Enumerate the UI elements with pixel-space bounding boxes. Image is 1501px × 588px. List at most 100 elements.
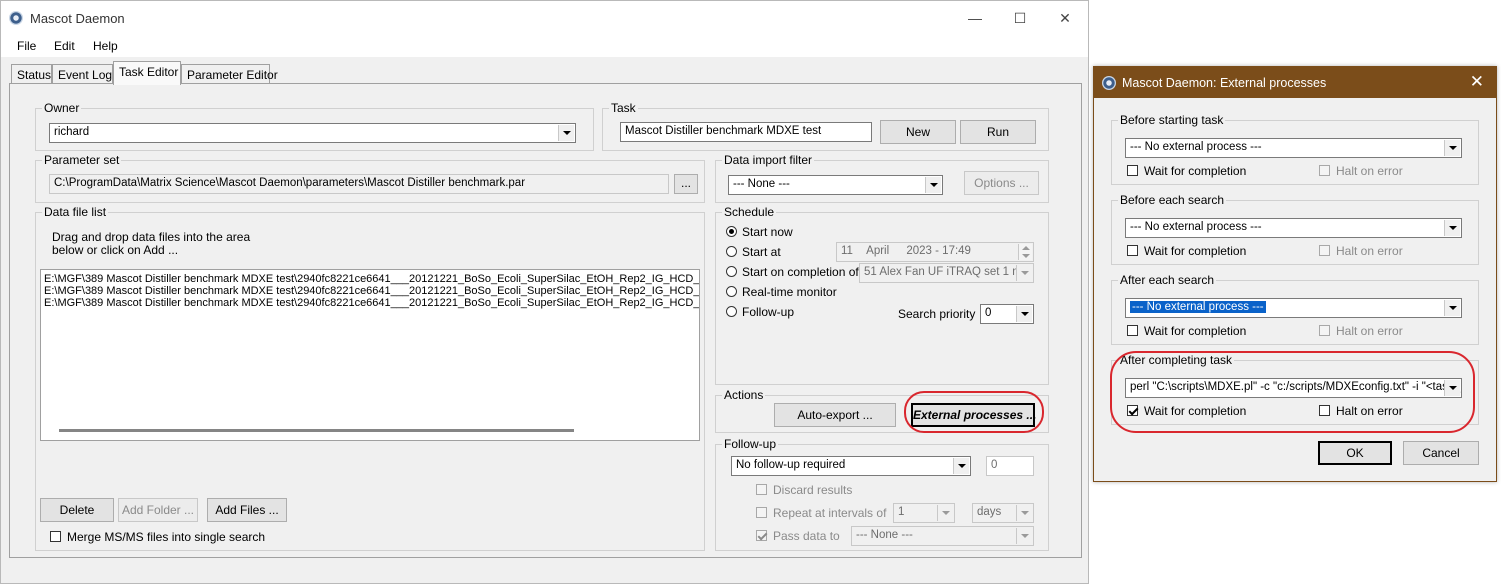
tab-status[interactable]: Status — [11, 64, 52, 84]
dialog-title: Mascot Daemon: External processes — [1122, 76, 1327, 90]
new-task-button[interactable]: New — [880, 120, 956, 144]
start-at-month: April — [866, 245, 890, 257]
close-button[interactable]: ✕ — [1045, 7, 1085, 29]
completion-task-value: 51 Alex Fan UF iTRAQ set 1 mer — [864, 266, 1033, 278]
realtime-monitor-radio[interactable]: Real-time monitor — [726, 285, 837, 299]
before-each-search-group: Before each search --- No external proce… — [1111, 193, 1479, 265]
followup-radio[interactable]: Follow-up — [726, 305, 794, 319]
ok-button[interactable]: OK — [1318, 441, 1392, 465]
halt-on-error-checkbox[interactable]: Halt on error — [1319, 164, 1403, 178]
mascot-daemon-icon — [1102, 76, 1116, 90]
repeat-intervals-label: Repeat at intervals of — [773, 506, 887, 520]
section-value: --- No external process --- — [1130, 221, 1262, 233]
auto-export-button[interactable]: Auto-export ... — [774, 403, 896, 427]
owner-select[interactable]: richard — [49, 123, 576, 143]
start-now-radio[interactable]: Start now — [726, 225, 793, 239]
tab-parameter-editor[interactable]: Parameter Editor — [181, 64, 278, 84]
section-value: perl "C:\scripts\MDXE.pl" -c "c:/scripts… — [1130, 381, 1461, 393]
halt-label: Halt on error — [1336, 164, 1403, 178]
radio-dot — [726, 226, 737, 237]
start-at-radio[interactable]: Start at — [726, 245, 781, 259]
repeat-interval-select[interactable]: 1 — [893, 503, 955, 523]
parameter-set-label: Parameter set — [42, 153, 122, 167]
schedule-group: Schedule Start now Start at 11 April 202… — [715, 205, 1049, 385]
external-processes-button[interactable]: External processes ... — [911, 403, 1036, 427]
add-folder-button[interactable]: Add Folder ... — [118, 498, 198, 522]
after-completing-task-select[interactable]: perl "C:\scripts\MDXE.pl" -c "c:/scripts… — [1125, 378, 1462, 398]
discard-results-checkbox[interactable]: Discard results — [756, 483, 852, 497]
browse-parameter-button[interactable]: ... — [674, 174, 698, 194]
actions-label: Actions — [722, 388, 766, 402]
task-editor-page: Owner richard Task Mascot Distiller benc… — [9, 83, 1082, 558]
start-on-completion-radio[interactable]: Start on completion of — [726, 265, 859, 279]
wait-for-completion-checkbox[interactable]: Wait for completion — [1127, 244, 1246, 258]
title-bar: Mascot Daemon — ☐ ✕ — [1, 1, 1088, 35]
followup-radio-label: Follow-up — [742, 305, 795, 319]
chevron-down-icon — [1016, 306, 1032, 322]
main-window: Mascot Daemon — ☐ ✕ File Edit Help Statu… — [0, 0, 1089, 584]
add-files-button[interactable]: Add Files ... — [207, 498, 287, 522]
parameter-set-group: Parameter set C:\ProgramData\Matrix Scie… — [35, 153, 705, 203]
merge-msms-checkbox[interactable]: Merge MS/MS files into single search — [50, 530, 265, 544]
checkbox-box — [1127, 325, 1138, 336]
after-each-search-group: After each search --- No external proces… — [1111, 273, 1479, 345]
list-item[interactable]: E:\MGF\389 Mascot Distiller benchmark MD… — [41, 273, 699, 285]
owner-value: richard — [54, 126, 90, 138]
menu-help[interactable]: Help — [93, 39, 118, 53]
pass-data-select[interactable]: --- None --- — [851, 526, 1034, 546]
pass-data-checkbox[interactable]: Pass data to — [756, 529, 840, 543]
repeat-unit-select[interactable]: days — [972, 503, 1034, 523]
chevron-down-icon — [1016, 265, 1032, 281]
halt-label: Halt on error — [1336, 404, 1403, 418]
chevron-down-icon — [953, 458, 969, 474]
merge-label: Merge MS/MS files into single search — [67, 530, 266, 544]
dialog-close-button[interactable]: ✕ — [1470, 72, 1484, 92]
before-starting-task-group: Before starting task --- No external pro… — [1111, 113, 1479, 185]
checkbox-box — [756, 530, 767, 541]
cancel-button[interactable]: Cancel — [1403, 441, 1479, 465]
before-each-search-select[interactable]: --- No external process --- — [1125, 218, 1462, 238]
run-task-button[interactable]: Run — [960, 120, 1036, 144]
owner-label: Owner — [42, 101, 82, 115]
wait-for-completion-checkbox[interactable]: Wait for completion — [1127, 404, 1246, 418]
horizontal-scrollbar[interactable] — [59, 429, 574, 432]
menu-file[interactable]: File — [17, 39, 36, 53]
wait-for-completion-checkbox[interactable]: Wait for completion — [1127, 324, 1246, 338]
delete-files-button[interactable]: Delete — [40, 498, 114, 522]
start-at-day: 11 — [841, 245, 853, 257]
start-on-completion-label: Start on completion of — [742, 265, 859, 279]
tab-event-log[interactable]: Event Log — [52, 64, 113, 84]
start-now-label: Start now — [742, 225, 793, 239]
followup-mode-value: No follow-up required — [736, 459, 846, 471]
parameter-set-path: C:\ProgramData\Matrix Science\Mascot Dae… — [49, 174, 669, 194]
halt-on-error-checkbox[interactable]: Halt on error — [1319, 244, 1403, 258]
radio-dot — [726, 266, 737, 277]
halt-label: Halt on error — [1336, 324, 1403, 338]
task-group: Task Mascot Distiller benchmark MDXE tes… — [602, 101, 1049, 151]
before-starting-task-select[interactable]: --- No external process --- — [1125, 138, 1462, 158]
followup-mode-select[interactable]: No follow-up required — [731, 456, 971, 476]
wait-label: Wait for completion — [1144, 324, 1247, 338]
data-file-listbox[interactable]: E:\MGF\389 Mascot Distiller benchmark MD… — [40, 269, 700, 441]
halt-on-error-checkbox[interactable]: Halt on error — [1319, 404, 1403, 418]
data-import-filter-label: Data import filter — [722, 153, 815, 167]
import-options-button[interactable]: Options ... — [964, 171, 1039, 195]
followup-count-input[interactable]: 0 — [986, 456, 1034, 476]
data-import-filter-select[interactable]: --- None --- — [728, 175, 943, 195]
menu-edit[interactable]: Edit — [54, 39, 75, 53]
tab-task-editor[interactable]: Task Editor — [113, 61, 181, 85]
minimize-button[interactable]: — — [955, 7, 995, 29]
data-file-list-group: Data file list Drag and drop data files … — [35, 205, 705, 551]
search-priority-value: 0 — [985, 307, 992, 319]
repeat-intervals-checkbox[interactable]: Repeat at intervals of — [756, 506, 886, 520]
halt-on-error-checkbox[interactable]: Halt on error — [1319, 324, 1403, 338]
after-each-search-select[interactable]: --- No external process --- — [1125, 298, 1462, 318]
list-item[interactable]: E:\MGF\389 Mascot Distiller benchmark MD… — [41, 297, 699, 309]
maximize-button[interactable]: ☐ — [1000, 7, 1040, 29]
completion-task-select[interactable]: 51 Alex Fan UF iTRAQ set 1 mer — [859, 263, 1034, 283]
after-completing-task-group: After completing task perl "C:\scripts\M… — [1111, 353, 1479, 425]
task-name-input[interactable]: Mascot Distiller benchmark MDXE test — [620, 122, 872, 142]
search-priority-select[interactable]: 0 — [980, 304, 1034, 324]
list-item[interactable]: E:\MGF\389 Mascot Distiller benchmark MD… — [41, 285, 699, 297]
wait-for-completion-checkbox[interactable]: Wait for completion — [1127, 164, 1246, 178]
